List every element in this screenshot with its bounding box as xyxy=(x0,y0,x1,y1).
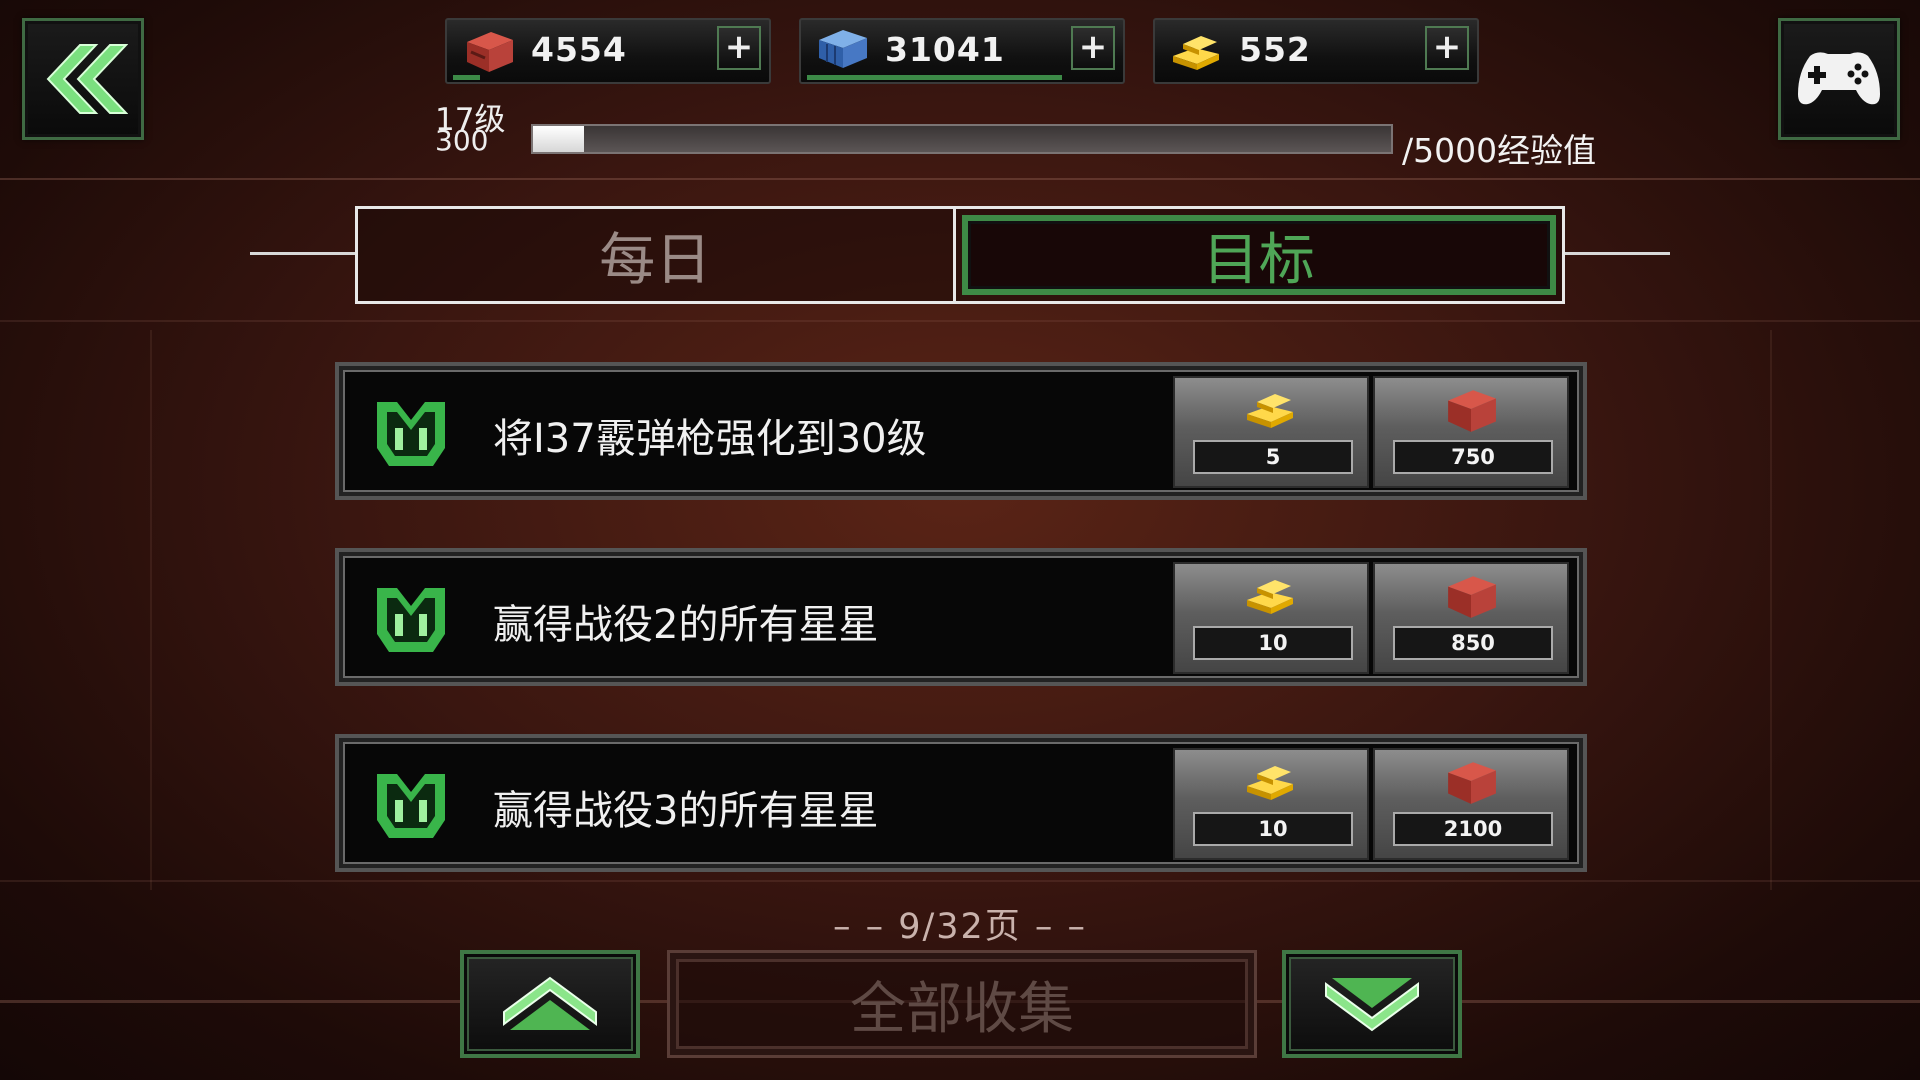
add-red-crates-button[interactable]: + xyxy=(717,26,761,70)
mission-description: 将I37霰弹枪强化到30级 xyxy=(493,416,927,462)
tab-connector xyxy=(1565,252,1670,255)
add-blue-crates-button[interactable]: + xyxy=(1071,26,1115,70)
gold-bars-icon xyxy=(1173,36,1219,70)
reward-amount: 850 xyxy=(1393,626,1553,660)
resource-red-crates: 4554 + xyxy=(445,18,771,84)
page-indicator: – – 9/32页 – – xyxy=(832,907,1088,947)
tab-goals[interactable]: 目标 xyxy=(956,209,1563,301)
chevron-down-icon xyxy=(1325,978,1419,1032)
mission-description: 赢得战役3的所有星星 xyxy=(493,788,879,834)
mission-emblem-icon xyxy=(377,588,445,652)
gamepad-icon xyxy=(1798,52,1880,105)
resource-value: 4554 xyxy=(531,30,627,69)
back-chevron-icon xyxy=(46,44,128,114)
bg-divider xyxy=(0,178,1920,180)
mission-row: 赢得战役2的所有星星 10 850 xyxy=(335,548,1587,686)
gold-bars-icon xyxy=(1247,394,1293,428)
add-gold-button[interactable]: + xyxy=(1425,26,1469,70)
reward-gold: 10 xyxy=(1173,748,1369,860)
reward-amount: 10 xyxy=(1193,812,1353,846)
resource-progress-bar xyxy=(807,75,1063,80)
resource-gold-bars: 552 + xyxy=(1153,18,1479,84)
mission-emblem-icon xyxy=(377,774,445,838)
current-xp: 300 xyxy=(435,124,489,157)
bg-divider xyxy=(0,320,1920,322)
resource-blue-crates: 31041 + xyxy=(799,18,1125,84)
resource-value: 552 xyxy=(1239,30,1311,69)
resource-progress-bar xyxy=(453,75,480,80)
mission-emblem-icon xyxy=(377,402,445,466)
tab-bar: 每日 目标 xyxy=(355,206,1565,304)
gold-bars-icon xyxy=(1247,580,1293,614)
reward-crates: 850 xyxy=(1373,562,1569,674)
collect-all-button[interactable]: 全部收集 xyxy=(667,950,1257,1058)
reward-crates: 750 xyxy=(1373,376,1569,488)
reward-amount: 10 xyxy=(1193,626,1353,660)
chevron-up-icon xyxy=(503,976,597,1030)
reward-amount: 2100 xyxy=(1393,812,1553,846)
red-crate-icon xyxy=(1448,390,1496,432)
red-crate-icon xyxy=(467,32,513,72)
reward-amount: 5 xyxy=(1193,440,1353,474)
xp-progress-fill xyxy=(533,126,585,152)
reward-crates: 2100 xyxy=(1373,748,1569,860)
reward-gold: 10 xyxy=(1173,562,1369,674)
back-button[interactable] xyxy=(22,18,144,140)
page-up-button[interactable] xyxy=(460,950,640,1058)
tab-connector xyxy=(250,252,355,255)
resource-value: 31041 xyxy=(885,30,1005,69)
bg-divider xyxy=(150,330,152,890)
xp-max-label: /5000经验值 xyxy=(1402,131,1597,170)
blue-crate-icon xyxy=(819,30,867,68)
gold-bars-icon xyxy=(1247,766,1293,800)
reward-gold: 5 xyxy=(1173,376,1369,488)
mission-row: 将I37霰弹枪强化到30级 5 750 xyxy=(335,362,1587,500)
tab-daily[interactable]: 每日 xyxy=(358,209,956,301)
red-crate-icon xyxy=(1448,762,1496,804)
xp-progress-bar xyxy=(531,124,1393,154)
page-down-button[interactable] xyxy=(1282,950,1462,1058)
bg-divider xyxy=(1770,330,1772,890)
bg-divider xyxy=(0,880,1920,882)
tab-goals-label: 目标 xyxy=(961,215,1556,295)
red-crate-icon xyxy=(1448,576,1496,618)
reward-amount: 750 xyxy=(1393,440,1553,474)
mission-row: 赢得战役3的所有星星 10 2100 xyxy=(335,734,1587,872)
mission-description: 赢得战役2的所有星星 xyxy=(493,602,879,648)
gamepad-button[interactable] xyxy=(1778,18,1900,140)
